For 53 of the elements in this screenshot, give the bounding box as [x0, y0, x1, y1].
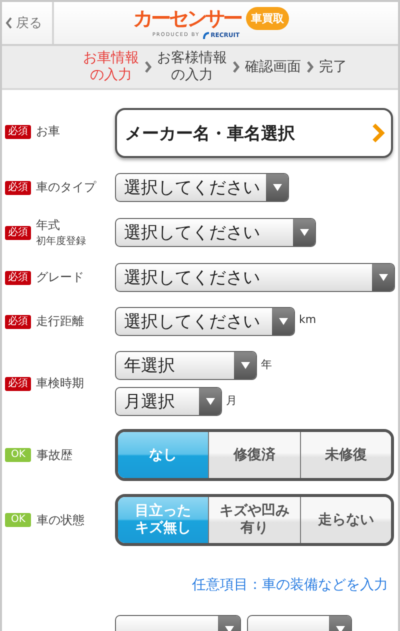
select-dropdown[interactable]: 選択してください [115, 173, 289, 202]
select-dropdown[interactable]: 選択してください [115, 263, 395, 292]
segment-option[interactable]: キズや凹み 有り [208, 497, 300, 543]
required-badge: 必須 [5, 376, 31, 390]
required-badge: 必須 [5, 314, 31, 328]
select-dropdown[interactable]: 月選択 [115, 387, 222, 416]
logo-badge: 車買取 [246, 6, 289, 30]
step-label: 確認画面 [245, 58, 301, 76]
dropdown-arrow-icon [224, 626, 234, 631]
logo-text: カーセンサー [133, 6, 241, 30]
chevron-left-icon [5, 17, 13, 29]
field-label: 事故歴 [36, 446, 72, 464]
select-dropdown[interactable]: 年選択 [115, 351, 257, 380]
dropdown-arrow-icon [278, 318, 288, 325]
dropdown-arrow-icon [272, 184, 282, 191]
dropdown-arrow-icon [378, 274, 388, 281]
step-label: 完了 [319, 58, 347, 76]
required-badge: 必須 [5, 226, 31, 240]
field-label: グレード [36, 269, 84, 286]
field-sublabel: 初年度登録 [36, 234, 86, 248]
car-select-button[interactable]: メーカー名・車名選択 [115, 108, 393, 158]
ok-badge: OK [5, 513, 32, 527]
required-badge: 必須 [5, 180, 31, 194]
unit-label: 年 [261, 357, 272, 372]
dropdown-arrow-icon [336, 626, 344, 631]
optional-items-link[interactable]: 任意項目：車の装備などを入力 [192, 576, 388, 594]
field-label: 車の状態 [36, 512, 84, 528]
segment-option[interactable]: 修復済 [208, 432, 300, 478]
dropdown-arrow-icon [240, 362, 250, 369]
field-label: 車のタイプ [36, 179, 96, 196]
field-label: お車 [36, 123, 60, 140]
chevron-right-icon [232, 61, 240, 73]
required-badge: 必須 [5, 124, 31, 138]
chevron-right-icon [306, 61, 314, 73]
ok-badge: OK [5, 448, 32, 462]
chevron-right-icon [371, 123, 385, 143]
dropdown-arrow-icon [300, 229, 308, 236]
required-badge: 必須 [5, 270, 31, 284]
field-label: 車検時期 [36, 375, 84, 392]
field-label: 走行距離 [36, 313, 84, 330]
dropdown-arrow-icon [206, 398, 214, 405]
step-label: お客様情報 の入力 [157, 50, 227, 84]
step-label: お車情報 の入力 [83, 50, 139, 84]
chevron-right-icon [144, 61, 152, 73]
segment-option[interactable]: 未修復 [300, 432, 391, 478]
segment-option[interactable]: 走らない [300, 497, 391, 543]
field-label: 年式 [36, 217, 61, 234]
select-dropdown[interactable]: 選択してください [115, 307, 295, 336]
back-button[interactable]: 戻る [2, 2, 54, 44]
unit-label: 月 [226, 393, 237, 408]
swoosh-icon [202, 31, 209, 39]
unit-label: km [299, 313, 316, 326]
select-dropdown[interactable]: 選択してください [115, 218, 316, 247]
